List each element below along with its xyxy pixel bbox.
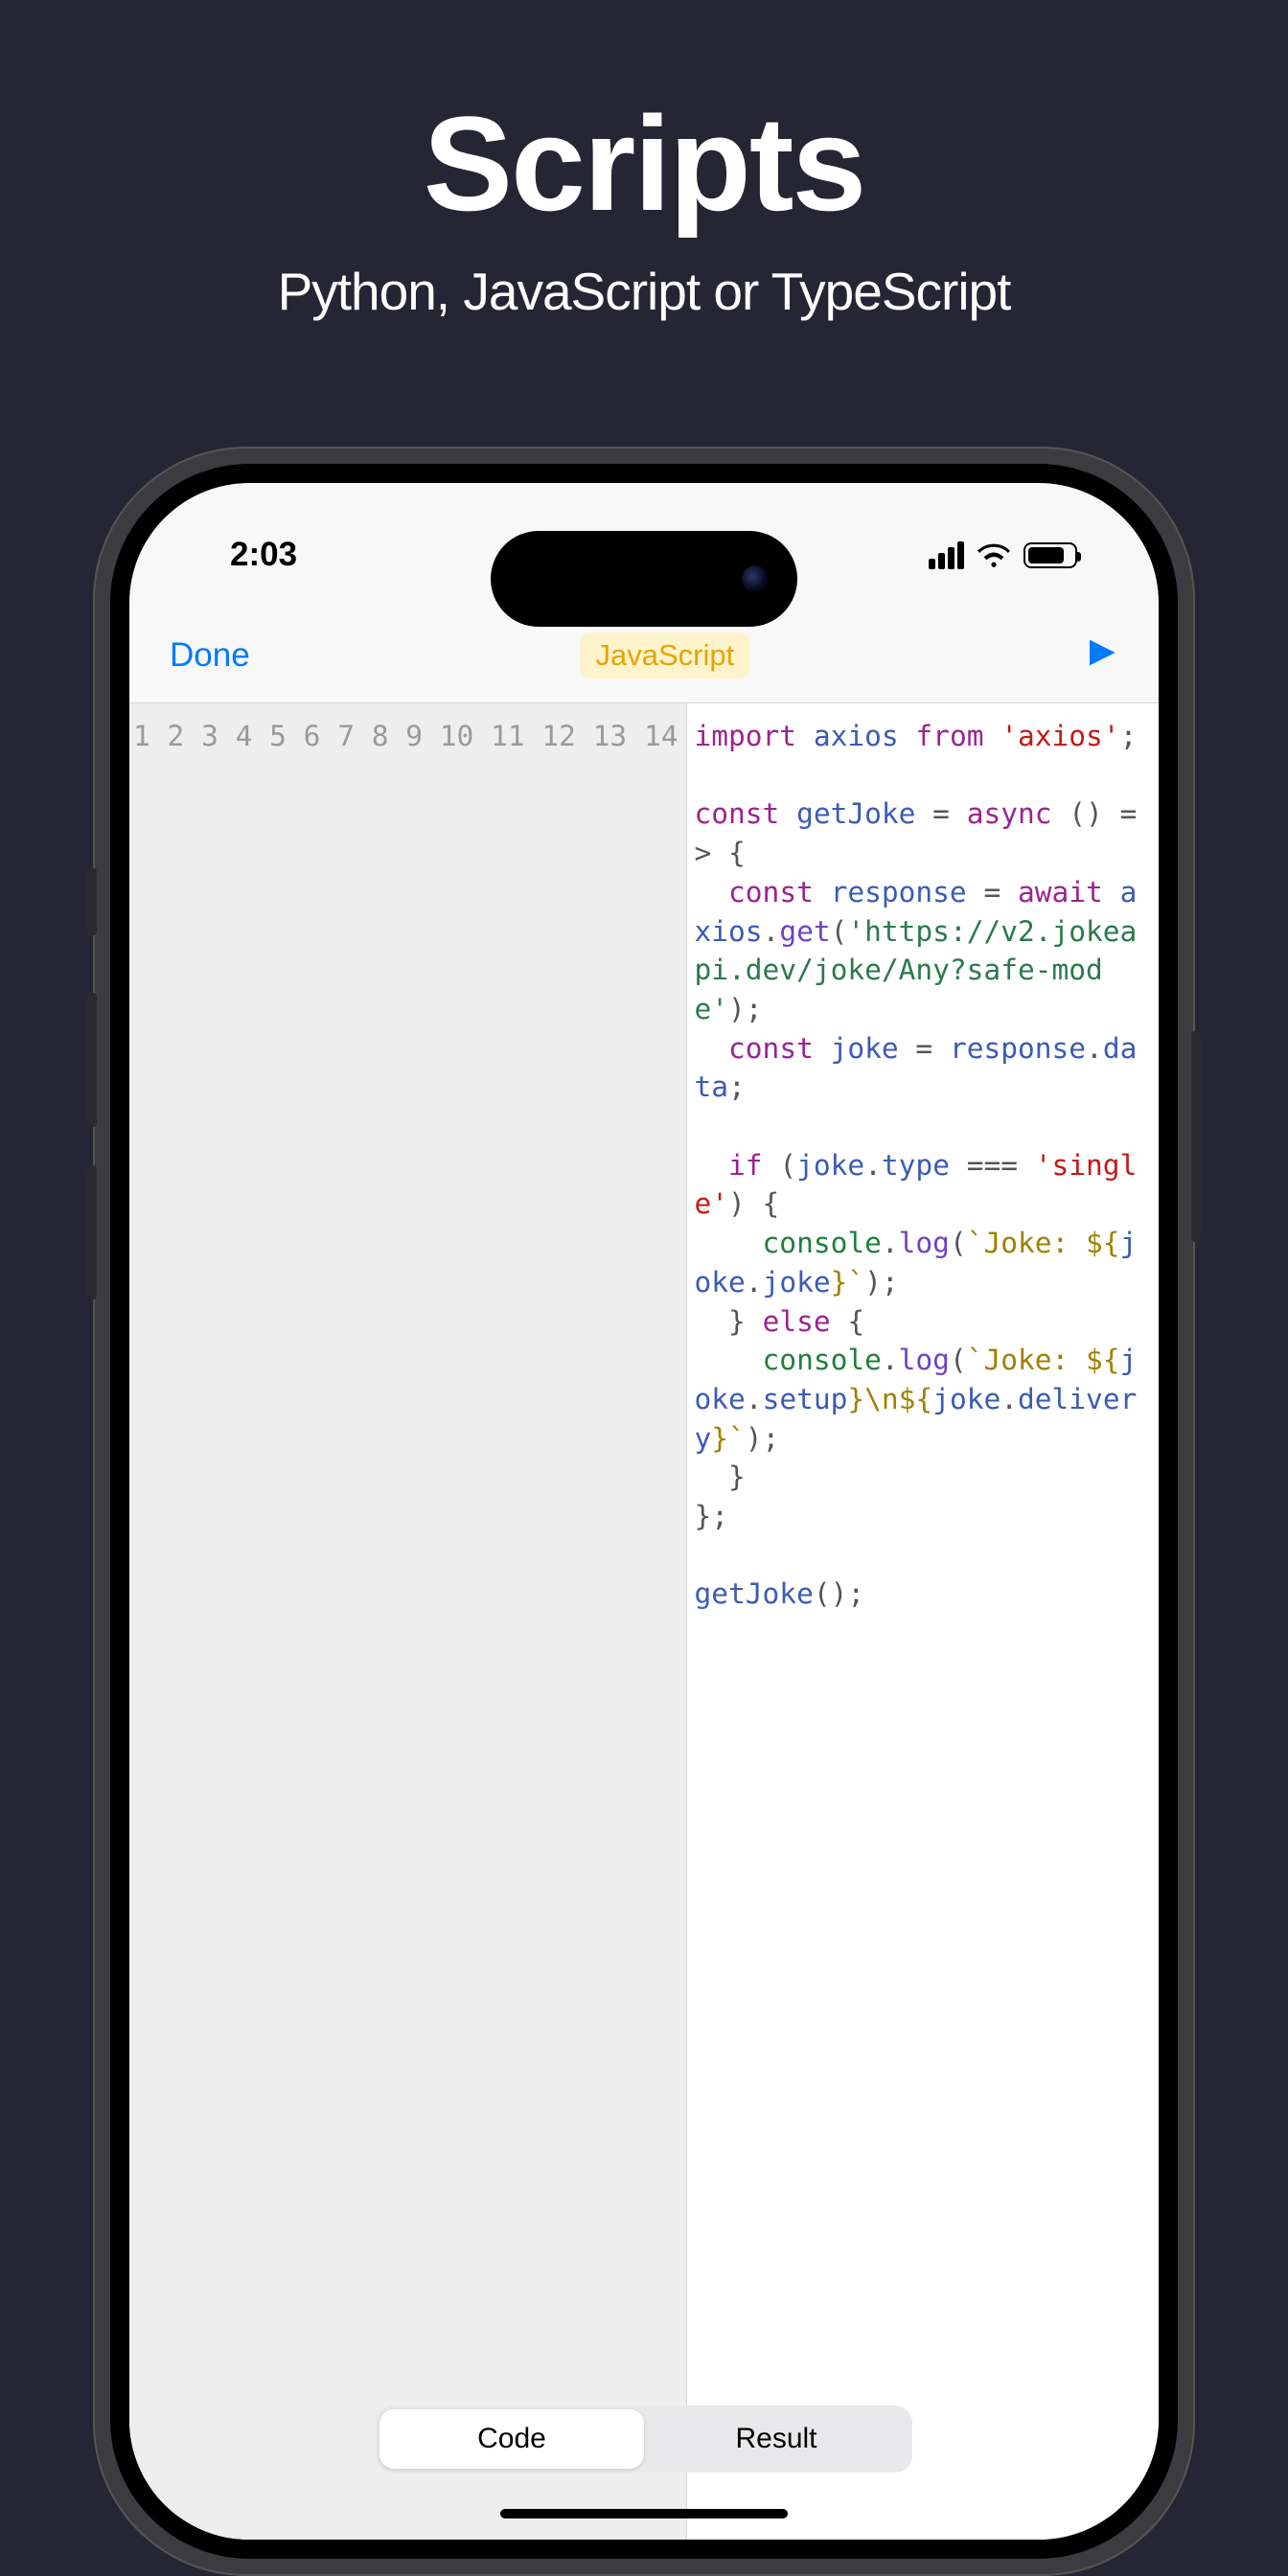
tab-code[interactable]: Code xyxy=(380,2409,644,2469)
status-time: 2:03 xyxy=(192,536,297,574)
run-button[interactable] xyxy=(1080,633,1118,677)
dynamic-island xyxy=(491,531,797,627)
camera-icon xyxy=(742,565,769,592)
line-gutter: 1 2 3 4 5 6 7 8 9 10 11 12 13 14 xyxy=(129,703,687,2540)
mute-switch xyxy=(87,868,97,935)
code-content[interactable]: import axios from 'axios'; const getJoke… xyxy=(687,703,1160,2540)
phone-frame: 2:03 Done JavaScript 1 2 3 4 5 6 7 8 9 1… xyxy=(93,447,1195,2576)
play-icon xyxy=(1080,633,1118,672)
cellular-icon xyxy=(929,541,964,569)
volume-up-button xyxy=(87,993,97,1127)
battery-icon xyxy=(1024,542,1077,568)
language-badge[interactable]: JavaScript xyxy=(580,632,749,678)
hero-subtitle: Python, JavaScript or TypeScript xyxy=(278,261,1011,322)
code-editor[interactable]: 1 2 3 4 5 6 7 8 9 10 11 12 13 14 import … xyxy=(129,703,1159,2540)
home-indicator[interactable] xyxy=(500,2509,788,2518)
tab-result[interactable]: Result xyxy=(644,2409,908,2469)
power-button xyxy=(1191,1031,1201,1242)
hero-title: Scripts xyxy=(278,86,1011,242)
wifi-icon xyxy=(978,542,1010,567)
volume-down-button xyxy=(87,1165,97,1300)
code-result-segmented[interactable]: Code Result xyxy=(376,2405,912,2472)
done-button[interactable]: Done xyxy=(170,636,250,675)
